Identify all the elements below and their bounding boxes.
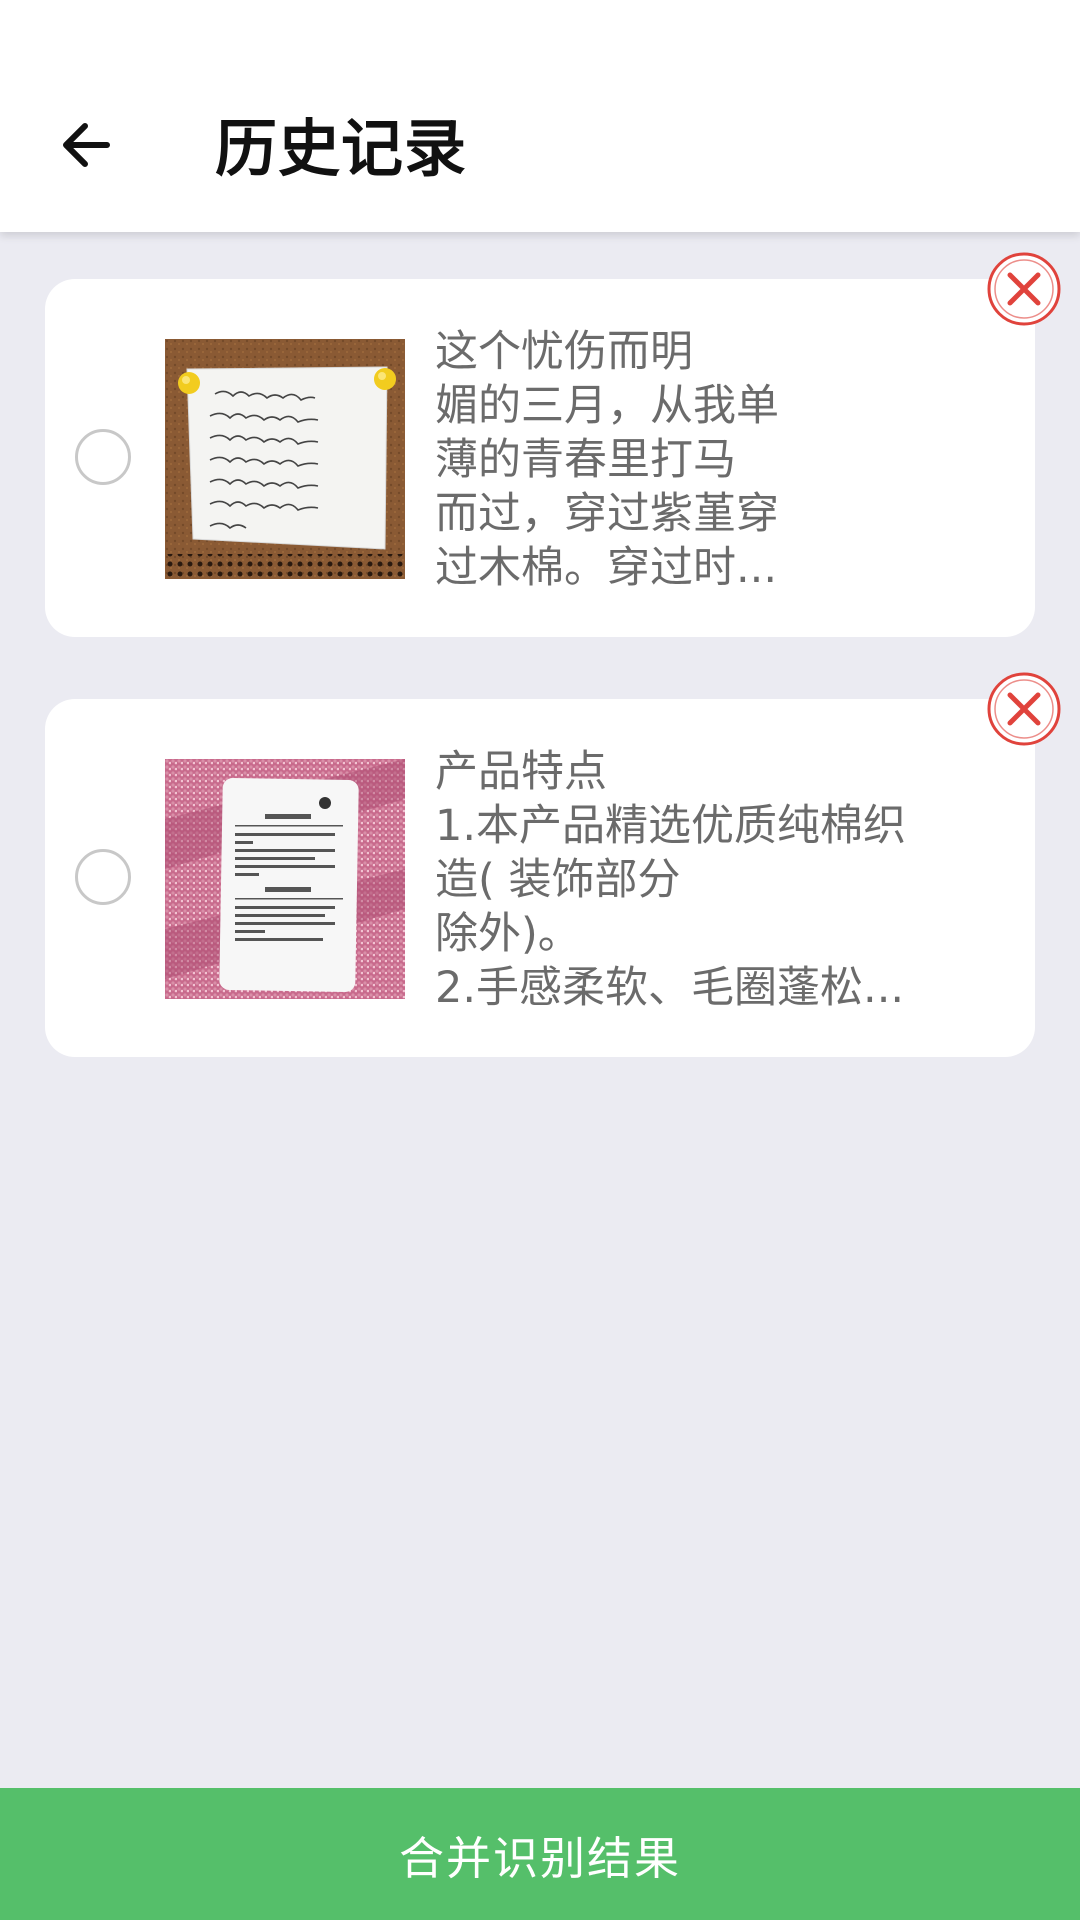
thumbnail-image: [165, 339, 405, 579]
close-circle-icon: [987, 672, 1061, 746]
select-radio[interactable]: [75, 429, 131, 485]
thumbnail-image: [165, 759, 405, 999]
select-radio[interactable]: [75, 849, 131, 905]
handwritten-note-photo: [165, 339, 405, 579]
arrow-left-icon: [63, 123, 110, 167]
record-text: 产品特点 1.本产品精选优质纯棉织 造( 装饰部分 除外)。 2.手感柔软、毛圈…: [435, 747, 907, 1013]
product-tag-photo: [165, 759, 405, 999]
delete-button[interactable]: [986, 671, 1062, 747]
page-title: 历史记录: [215, 112, 468, 185]
record-text: 这个忧伤而明 媚的三月，从我单 薄的青春里打马 而过，穿过紫堇穿 过木棉。穿过时…: [435, 327, 779, 593]
history-card[interactable]: 这个忧伤而明 媚的三月，从我单 薄的青春里打马 而过，穿过紫堇穿 过木棉。穿过时…: [45, 279, 1035, 637]
back-button[interactable]: [50, 110, 120, 180]
close-circle-icon: [987, 252, 1061, 326]
history-card[interactable]: 产品特点 1.本产品精选优质纯棉织 造( 装饰部分 除外)。 2.手感柔软、毛圈…: [45, 699, 1035, 1057]
delete-button[interactable]: [986, 251, 1062, 327]
app-header: 历史记录: [0, 0, 1080, 232]
merge-results-button[interactable]: 合并识别结果: [0, 1788, 1080, 1920]
